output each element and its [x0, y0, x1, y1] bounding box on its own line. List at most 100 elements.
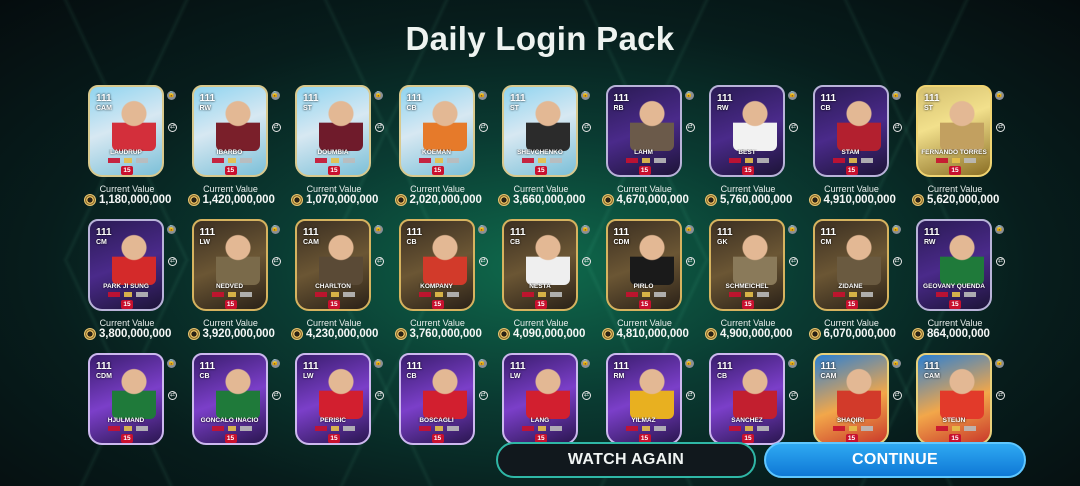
player-card-cell[interactable]: 111 CB BOSCAGLI 15 🔒 ⇄	[395, 353, 499, 486]
player-portrait	[526, 233, 570, 285]
coin-icon	[394, 328, 407, 340]
player-card-cell[interactable]: 111 ST SHEVCHENKO 15 🔒 ⇄ Current Value 3,660,00…	[498, 85, 602, 219]
card-position: CDM	[96, 373, 112, 380]
coin-icon	[84, 194, 96, 206]
lock-icon: 🔒	[374, 91, 383, 100]
player-card-cell[interactable]: 111 CAM LAUDRUP 15 🔒 ⇄ Current Value 1,180,000,…	[84, 85, 188, 219]
current-value-label: Current Value	[617, 184, 672, 194]
card-position: CB	[199, 373, 210, 380]
player-card-cell[interactable]: 111 CM ZIDANE 15 🔒 ⇄ Current Value 6,070,000,00…	[808, 219, 913, 353]
continue-button[interactable]: CONTINUE	[764, 442, 1026, 478]
player-card-cell[interactable]: 111 GK SCHMEICHEL 15 🔒 ⇄ Current Value 4,900,00…	[705, 219, 809, 353]
player-card[interactable]: 111 CM PARK JI SUNG 15	[88, 219, 164, 311]
player-card[interactable]: 111 RB LAHM 15	[605, 85, 682, 177]
swap-icon: ⇄	[996, 257, 1005, 266]
player-card[interactable]: 111 CB BOSCAGLI 15	[398, 353, 475, 445]
lock-icon: 🔒	[374, 359, 383, 368]
player-card-cell[interactable]: 111 CAM CHARLTON 15 🔒 ⇄ Current Value 4,230,000…	[291, 219, 395, 353]
player-card[interactable]: 111 CAM CHARLTON 15	[295, 219, 371, 311]
player-card-cell[interactable]: 111 ST FERNANDO TORRES 15 🔒 ⇄ Current Value 5,6…	[912, 85, 1016, 219]
nation-league-club-icons	[315, 158, 355, 163]
player-card[interactable]: 111 CDM PIRLO 15	[605, 219, 682, 311]
player-card[interactable]: 111 CB NESTA 15	[502, 219, 578, 311]
player-card-cell[interactable]: 111 CB NESTA 15 🔒 ⇄ Current Value 4,090,000,000	[498, 219, 602, 353]
player-card[interactable]: 111 ST SHEVCHENKO 15	[502, 85, 578, 177]
current-value-label: Current Value	[203, 184, 258, 194]
player-card[interactable]: 111 CB GONCALO INACIO 15	[191, 353, 268, 445]
player-card[interactable]: 111 ST DOUMBIA 15	[295, 85, 371, 177]
current-value-amount: 5,760,000,000	[720, 194, 793, 206]
player-portrait	[422, 233, 467, 285]
player-card-cell[interactable]: 111 CB KOMPANY 15 🔒 ⇄ Current Value 3,760,000,0…	[394, 219, 499, 353]
player-card[interactable]: 111 RW IBARBO 15	[191, 85, 268, 177]
player-card[interactable]: 111 RW GEOVANY QUENDA 15	[916, 219, 992, 311]
card-rating: 111	[717, 361, 733, 372]
current-value-row: 3,660,000,000	[498, 194, 594, 206]
player-card-cell[interactable]: 111 LW NEDVED 15 🔒 ⇄ Current Value 3,920,000,00…	[187, 219, 292, 353]
current-value-row: 3,920,000,000	[187, 328, 284, 340]
player-card-cell[interactable]: 111 LW PERISIC 15 🔒 ⇄	[291, 353, 395, 486]
current-value-amount: 5,620,000,000	[927, 194, 1000, 206]
player-card[interactable]: 111 GK SCHMEICHEL 15	[709, 219, 785, 311]
player-card[interactable]: 111 CAM STEIJN 15	[916, 353, 992, 445]
current-value-label: Current Value	[617, 318, 672, 328]
card-badge: 15	[949, 300, 961, 309]
current-value-label: Current Value	[99, 318, 155, 328]
card-player-name: FERNANDO TORRES	[921, 149, 987, 156]
current-value-label: Current Value	[824, 184, 879, 194]
player-portrait	[940, 367, 984, 419]
player-card[interactable]: 111 ST FERNANDO TORRES 15	[916, 85, 992, 177]
player-portrait	[526, 367, 570, 419]
player-card[interactable]: 111 CAM LAUDRUP 15	[88, 85, 164, 177]
player-card[interactable]: 111 LW NEDVED 15	[191, 219, 268, 311]
player-card[interactable]: 111 CAM SHAQIRI 15	[812, 353, 889, 445]
card-badge: 15	[121, 300, 133, 309]
watch-again-button[interactable]: WATCH AGAIN	[496, 442, 756, 478]
player-card-cell[interactable]: 111 CDM PIRLO 15 🔒 ⇄ Current Value 4,810,000,00…	[601, 219, 706, 353]
player-card-cell[interactable]: 111 CB GONCALO INACIO 15 🔒 ⇄	[188, 353, 292, 486]
player-card-cell[interactable]: 111 ST DOUMBIA 15 🔒 ⇄ Current Value 1,070,000,0…	[291, 85, 395, 219]
player-card[interactable]: 111 CDM HJULMAND 15	[88, 353, 164, 445]
card-player-name: PERISIC	[319, 417, 346, 424]
lock-icon: 🔒	[995, 91, 1004, 100]
player-card[interactable]: 111 CB KOEMAN 15	[398, 85, 475, 177]
card-rating: 111	[406, 227, 423, 238]
card-player-name: NESTA	[529, 283, 551, 290]
swap-icon: ⇄	[271, 123, 281, 132]
card-rating: 111	[96, 361, 112, 372]
card-position: CM	[96, 239, 107, 246]
player-card[interactable]: 111 CB KOMPANY 15	[398, 219, 475, 311]
card-badge: 15	[845, 300, 858, 309]
current-value-row: 4,810,000,000	[601, 328, 698, 340]
player-card[interactable]: 111 LW LANG 15	[502, 353, 578, 445]
player-card[interactable]: 111 LW PERISIC 15	[295, 353, 371, 445]
card-badge: 15	[742, 300, 754, 309]
swap-icon: ⇄	[375, 257, 384, 266]
current-value-row: 1,180,000,000	[84, 194, 180, 206]
player-card[interactable]: 111 RM YILMAZ 15	[605, 353, 682, 445]
card-badge: 15	[121, 434, 133, 443]
nation-league-club-icons	[522, 158, 562, 163]
lock-icon: 🔒	[477, 91, 487, 100]
player-card-cell[interactable]: 111 CB STAM 15 🔒 ⇄ Current Value 4,910,000,000	[808, 85, 913, 219]
player-card-cell[interactable]: 111 RB LAHM 15 🔒 ⇄ Current Value 4,670,000,000	[601, 85, 706, 219]
nation-league-club-icons	[625, 292, 666, 297]
lock-icon: 🔒	[270, 359, 280, 368]
lock-icon: 🔒	[995, 359, 1004, 368]
player-card-cell[interactable]: 111 RW BEST 15 🔒 ⇄ Current Value 5,760,000,000	[705, 85, 809, 219]
player-card[interactable]: 111 CB STAM 15	[812, 85, 889, 177]
player-card-cell[interactable]: 111 RW IBARBO 15 🔒 ⇄ Current Value 1,420,000,00…	[187, 85, 292, 219]
player-card-cell[interactable]: 111 CM PARK JI SUNG 15 🔒 ⇄ Current Value 3,800,…	[84, 219, 188, 353]
player-card[interactable]: 111 CB SANCHEZ 15	[709, 353, 785, 445]
player-card-cell[interactable]: 111 CB KOEMAN 15 🔒 ⇄ Current Value 2,020,000,00…	[394, 85, 499, 219]
lock-icon: 🔒	[581, 91, 590, 100]
player-card[interactable]: 111 RW BEST 15	[709, 85, 785, 177]
card-badge: 15	[328, 434, 340, 443]
nation-league-club-icons	[522, 426, 562, 431]
player-card-cell[interactable]: 111 CDM HJULMAND 15 🔒 ⇄	[84, 353, 188, 486]
player-portrait	[940, 233, 984, 285]
player-card-cell[interactable]: 111 RW GEOVANY QUENDA 15 🔒 ⇄ Current Value 864,…	[912, 219, 1016, 353]
player-portrait	[112, 99, 156, 151]
player-card[interactable]: 111 CM ZIDANE 15	[812, 219, 889, 311]
swap-icon: ⇄	[582, 257, 591, 266]
